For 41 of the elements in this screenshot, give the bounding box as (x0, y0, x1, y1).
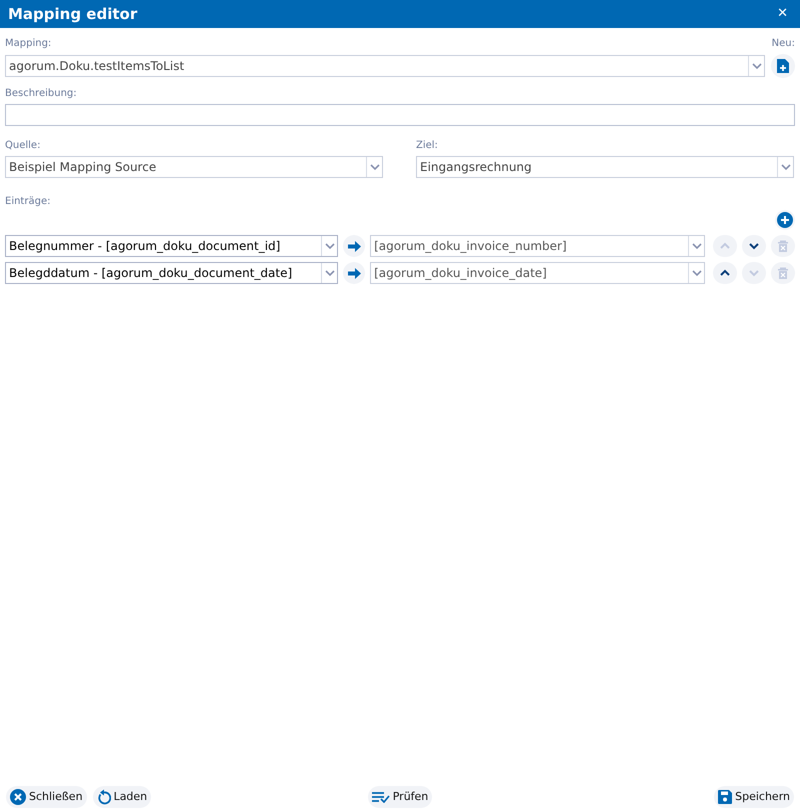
combo-box[interactable]: Belegddatum - [agorum_doku_document_date] (5, 262, 338, 284)
chevron-down-icon (370, 163, 380, 171)
reload-icon (96, 789, 111, 805)
window-title: Mapping editor (8, 4, 138, 25)
reload-button[interactable]: Laden (92, 786, 152, 808)
field-label: Quelle: (5, 140, 42, 152)
plus-circle-icon (777, 212, 793, 228)
save-button[interactable]: Speichern (714, 786, 794, 808)
close-button[interactable]: Schließen (6, 786, 87, 808)
field-label: Einträge: (5, 196, 52, 208)
combo-box[interactable]: Belegnummer - [agorum_doku_document_id] (5, 235, 338, 257)
check-button[interactable]: Prüfen (368, 786, 432, 808)
arrow-right-icon (348, 268, 361, 278)
chevron-down-icon (692, 269, 702, 277)
move-down-button[interactable] (742, 235, 766, 257)
field-label: Beschreibung: (5, 88, 78, 100)
chevron-down-icon (780, 163, 790, 171)
chevron-down-icon (324, 242, 335, 250)
close-icon (10, 789, 26, 805)
new-document-icon (777, 59, 789, 73)
add-entry-button[interactable] (775, 210, 795, 230)
move-up-button[interactable] (713, 262, 738, 284)
field-label: Ziel: (416, 140, 439, 152)
chevron-down-icon (324, 269, 335, 277)
description-field[interactable] (5, 104, 795, 126)
list-check-icon (372, 791, 390, 803)
combo-box[interactable]: Beispiel Mapping Source (5, 156, 383, 178)
combo-box[interactable]: [agorum_doku_invoice_date] (370, 262, 706, 284)
chevron-down-icon (752, 62, 762, 70)
chevron-down-icon (692, 242, 702, 250)
combo-box[interactable]: agorum.Doku.testItemsToList (5, 55, 765, 77)
combo-box[interactable]: Eingangsrechnung (416, 156, 794, 178)
arrow-right-icon (348, 240, 361, 252)
save-icon (718, 790, 732, 804)
combo-box[interactable]: [agorum_doku_invoice_number] (370, 235, 706, 257)
trash-icon (777, 240, 790, 252)
close-button[interactable]: ✕ (773, 4, 792, 24)
field-label: Mapping: (5, 38, 52, 50)
new-button[interactable] (771, 54, 795, 78)
trash-icon (777, 267, 790, 279)
field-label: Neu: (772, 38, 795, 50)
